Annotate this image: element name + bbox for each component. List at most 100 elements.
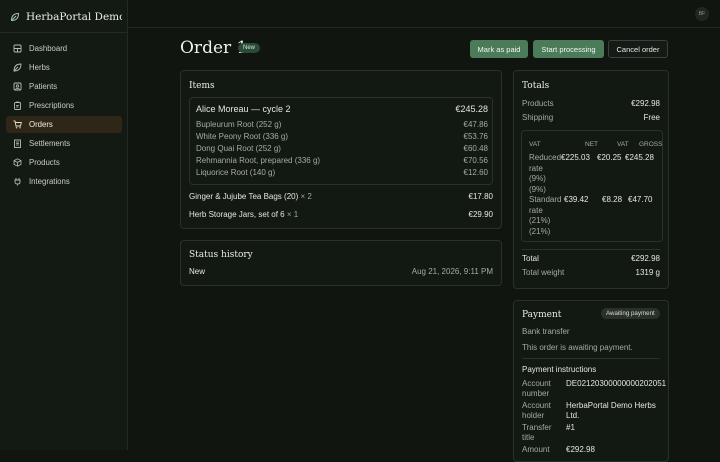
sidebar-item-label: Patients: [29, 82, 58, 91]
patients-icon: [13, 82, 22, 91]
vat-net: €39.42: [564, 195, 589, 204]
net-header: NET: [585, 141, 598, 148]
sidebar-item-herbs[interactable]: Herbs: [6, 59, 122, 76]
sidebar-item-label: Prescriptions: [29, 101, 75, 110]
prescription-box: Alice Moreau — cycle 2 €245.28 Bupleurum…: [189, 97, 493, 185]
receipt-icon: [14, 139, 21, 148]
sidebar-item-integrations[interactable]: Integrations: [6, 173, 122, 190]
prescription-header[interactable]: Alice Moreau — cycle 2 €245.28: [196, 104, 488, 114]
sidebar-item-label: Herbs: [29, 63, 50, 72]
prescription-name: Alice Moreau — cycle 2: [196, 104, 291, 114]
herb-name: Bupleurum Root (252 g): [196, 120, 282, 129]
sidebar-item-label: Integrations: [29, 177, 70, 186]
divider: [522, 249, 660, 250]
cancel-order-button[interactable]: Cancel order: [608, 40, 668, 58]
payment-amount[interactable]: €292.98: [566, 445, 595, 455]
sidebar: HerbaPortal Demo ... Dashboard Herbs Pat…: [0, 0, 128, 450]
clipboard-icon: [14, 101, 21, 110]
leaf-icon: [13, 63, 22, 72]
products-label: Products: [522, 99, 554, 108]
shipping-label: Shipping: [522, 113, 554, 122]
payment-card: Payment Awaiting payment Bank transfer T…: [513, 300, 669, 462]
sidebar-item-orders[interactable]: Orders: [6, 116, 122, 133]
vat-amount: €20.25: [597, 153, 622, 162]
payment-instructions-title: Payment instructions: [522, 365, 597, 374]
product-price: €29.90: [468, 210, 493, 219]
herb-price: €53.76: [463, 132, 488, 141]
mark-as-paid-button[interactable]: Mark as paid: [470, 40, 528, 58]
herb-row: Bupleurum Root (252 g) €47.86: [196, 120, 488, 129]
herb-name: Liquorice Root (140 g): [196, 168, 276, 177]
vat-gross: €245.28: [625, 153, 654, 162]
herb-name: Rehmannia Root, prepared (336 g): [196, 156, 321, 165]
herb-name: Dong Quai Root (252 g): [196, 144, 281, 153]
sidebar-item-patients[interactable]: Patients: [6, 78, 122, 95]
status-history-card: Status history New Aug 21, 2026, 9:11 PM: [180, 240, 502, 286]
product-name: Herb Storage Jars, set of 6: [189, 210, 285, 219]
payment-status-badge: Awaiting payment: [601, 308, 660, 319]
herb-row: White Peony Root (336 g) €53.76: [196, 132, 488, 141]
sidebar-item-label: Dashboard: [29, 44, 68, 53]
transfer-title[interactable]: #1: [566, 423, 575, 433]
herb-price: €70.56: [463, 156, 488, 165]
leaf-logo-icon: [10, 12, 20, 22]
herb-price: €60.48: [463, 144, 488, 153]
avatar[interactable]: BF: [695, 7, 709, 21]
items-title: Items: [189, 81, 215, 91]
herb-name: White Peony Root (336 g): [196, 132, 289, 141]
sidebar-nav: Dashboard Herbs Patients Prescriptions O…: [6, 40, 122, 192]
vat-rate-label: Standard rate (21%) (21%): [529, 195, 562, 236]
status-timestamp: Aug 21, 2026, 9:11 PM: [411, 267, 493, 276]
shipping-value: Free: [643, 113, 660, 122]
dashboard-icon: [13, 44, 22, 53]
sidebar-item-label: Settlements: [29, 139, 71, 148]
brand[interactable]: HerbaPortal Demo ...: [10, 10, 122, 24]
plug-icon: [14, 178, 21, 186]
products-value: €292.98: [631, 99, 660, 108]
sidebar-item-label: Products: [29, 158, 60, 167]
sidebar-item-products[interactable]: Products: [6, 154, 122, 171]
product-qty: × 2: [300, 192, 312, 201]
payment-title: Payment: [522, 310, 562, 320]
status-history-title: Status history: [189, 250, 253, 260]
cart-icon: [13, 120, 22, 129]
sidebar-item-dashboard[interactable]: Dashboard: [6, 40, 122, 57]
total-label: Total: [522, 254, 539, 263]
weight-value: 1319 g: [635, 268, 660, 277]
sidebar-item-prescriptions[interactable]: Prescriptions: [6, 97, 122, 114]
product-row: Ginger & Jujube Tea Bags (20) × 2 €17.80: [189, 192, 493, 201]
sidebar-item-label: Orders: [29, 120, 53, 129]
account-holder[interactable]: HerbaPortal Demo Herbs Ltd.: [566, 401, 656, 421]
box-icon: [13, 158, 22, 167]
field-label: Amount: [522, 445, 550, 454]
vat-amount-header: VAT: [617, 141, 629, 148]
totals-card: Totals Products €292.98 Shipping Free VA…: [513, 70, 669, 289]
divider: [0, 32, 127, 33]
herb-price: €47.86: [463, 120, 488, 129]
product-qty: × 1: [286, 210, 299, 219]
herb-row: Rehmannia Root, prepared (336 g) €70.56: [196, 156, 488, 165]
status-badge: New: [238, 43, 261, 53]
prescription-total: €245.28: [455, 104, 488, 114]
product-row: Herb Storage Jars, set of 6 × 1 €29.90: [189, 210, 493, 219]
vat-header: VAT: [529, 141, 541, 148]
shipping-row: Shipping Free: [522, 113, 660, 122]
status-label: New: [189, 267, 206, 276]
topbar-divider: [128, 27, 720, 28]
field-label: Account number: [522, 379, 551, 398]
total-value: €292.98: [631, 254, 660, 263]
product-name: Ginger & Jujube Tea Bags (20): [189, 192, 299, 201]
herb-row: Liquorice Root (140 g) €12.60: [196, 168, 488, 177]
account-number[interactable]: DE02120300000000202051: [566, 379, 666, 389]
weight-row: Total weight 1319 g: [522, 268, 660, 277]
vat-rate-label: Reduced rate (9%) (9%): [529, 153, 562, 194]
vat-table: VAT NET VAT GROSS Reduced rate (9%) (9%) €2…: [521, 130, 663, 242]
start-processing-button[interactable]: Start processing: [533, 40, 604, 58]
status-entry: New Aug 21, 2026, 9:11 PM: [189, 267, 493, 276]
field-label: Account holder: [522, 401, 551, 420]
herb-price: €12.60: [463, 168, 488, 177]
gross-header: GROSS: [639, 141, 663, 148]
sidebar-item-settlements[interactable]: Settlements: [6, 135, 122, 152]
weight-label: Total weight: [522, 268, 565, 277]
vat-amount: €8.28: [602, 195, 623, 204]
